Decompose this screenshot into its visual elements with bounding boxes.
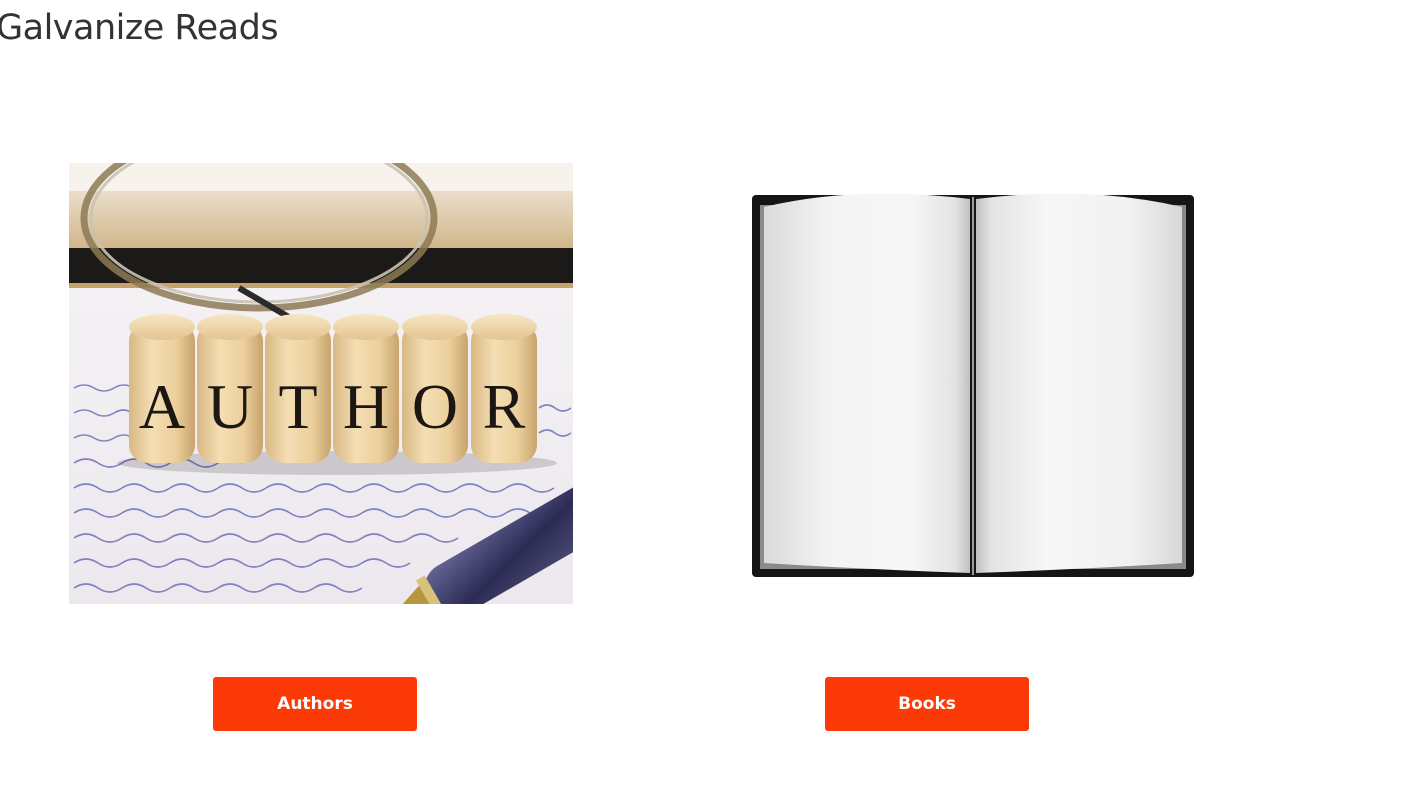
svg-text:R: R: [483, 371, 526, 442]
svg-text:O: O: [412, 371, 458, 442]
open-book-image: [748, 185, 1198, 581]
svg-text:H: H: [343, 371, 389, 442]
author-image: A U T H O R: [69, 163, 573, 604]
page-title: Galvanize Reads: [0, 8, 279, 48]
svg-text:A: A: [139, 371, 185, 442]
books-button[interactable]: Books: [825, 677, 1029, 731]
authors-button[interactable]: Authors: [213, 677, 417, 731]
svg-text:T: T: [278, 371, 317, 442]
svg-text:U: U: [207, 371, 253, 442]
